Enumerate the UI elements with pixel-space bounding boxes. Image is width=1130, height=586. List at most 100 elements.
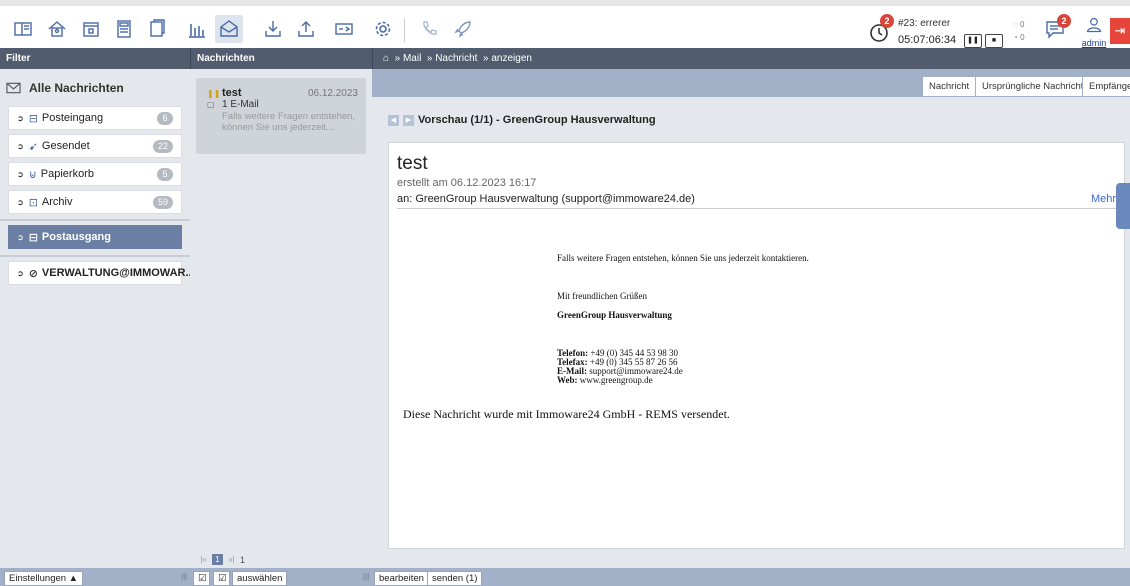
expand-icon[interactable]: ➲ [17, 170, 24, 179]
folder-separator [0, 255, 190, 257]
all-messages-label: Alle Nachrichten [29, 81, 124, 95]
resize-grip-icon[interactable]: ||| [181, 572, 187, 581]
dashboard-icon[interactable] [12, 18, 34, 40]
folder-separator [0, 219, 190, 221]
folder-count: 59 [152, 196, 173, 209]
tab-nachricht[interactable]: Nachricht [922, 76, 977, 97]
rocket-icon[interactable] [452, 18, 474, 40]
message-tabs: Nachricht Ursprüngliche Nachricht Empfän… [372, 69, 1130, 97]
home-crumb-icon[interactable]: ⌂ [383, 53, 389, 64]
pager-current[interactable]: 1 [212, 554, 223, 565]
account-label: VERWALTUNG@IMMOWAR... [41, 267, 195, 279]
mail-subject: test [397, 153, 428, 174]
inbox-icon: ⊟ [28, 112, 38, 125]
folder-gesendet[interactable]: ➲ ➹ Gesendet 22 [8, 134, 182, 158]
side-panel-tab[interactable] [1116, 183, 1130, 229]
pager-last-icon[interactable]: »| [226, 554, 237, 565]
mail-divider [397, 208, 1122, 209]
pager: |« 1 »| 1 [198, 554, 245, 565]
tab-empfaenger[interactable]: Empfänger [1082, 76, 1130, 97]
counter-b: 0 [1020, 33, 1025, 42]
tab-urspruengliche-nachricht[interactable]: Ursprüngliche Nachricht [975, 76, 1091, 97]
home-icon[interactable] [46, 18, 68, 40]
pager-total: 1 [240, 554, 246, 565]
crumb-mail[interactable]: Mail [403, 53, 421, 64]
web-line: Web: www.greengroup.de [557, 375, 653, 385]
settings-icon[interactable] [372, 18, 394, 40]
comment-counter[interactable]: ◌ 0 [1013, 20, 1025, 33]
breadcrumb: ⌂ » Mail » Nachricht » anzeigen [372, 48, 1130, 69]
mail-recipient: an: GreenGroup Hausverwaltung (support@i… [397, 193, 695, 205]
message-subject: test [222, 87, 242, 99]
folder-count: 5 [157, 168, 173, 181]
folder-label: Posteingang [41, 112, 104, 124]
toolbar-separator [404, 18, 405, 42]
message-date: 06.12.2023 [307, 88, 358, 99]
user-label[interactable]: admin [1081, 38, 1107, 48]
folder-postausgang[interactable]: ➲ ⊟ Postausgang [8, 225, 182, 249]
message-view-panel: Nachricht Ursprüngliche Nachricht Empfän… [372, 69, 1130, 568]
preview-title: Vorschau (1/1) - GreenGroup Hausverwaltu… [418, 114, 656, 126]
edit-button[interactable]: bearbeiten [374, 571, 429, 586]
card-icon[interactable] [333, 18, 355, 40]
notes-badge: 2 [1057, 14, 1071, 28]
ticket-timer: 2 #23: errerer 05:07:06:34 ❚❚ ■ ◌ 0 ◔ 0 [868, 14, 1038, 48]
send-button[interactable]: senden (1) [427, 571, 483, 586]
user-counter[interactable]: ◔ 0 [1013, 33, 1025, 46]
ticket-label[interactable]: #23: errerer [898, 18, 950, 29]
mini-counters: ◌ 0 ◔ 0 [1013, 20, 1025, 46]
expand-icon[interactable]: ➲ [17, 198, 24, 207]
mail-preview: test erstellt am 06.12.2023 16:17 an: Gr… [388, 142, 1125, 549]
flag-icon[interactable]: ❚❚ [207, 89, 220, 98]
edit-all-icon[interactable]: ☑ [213, 571, 230, 586]
edit-checkbox-icon[interactable]: ☑ [193, 571, 210, 586]
sent-icon: ➹ [28, 140, 38, 153]
pager-first-icon[interactable]: |« [198, 554, 209, 565]
user-menu[interactable]: admin [1081, 16, 1107, 48]
calendar-icon[interactable] [80, 18, 102, 40]
resize-grip-icon[interactable]: ||| [363, 572, 369, 581]
crumb-message[interactable]: Nachricht [435, 53, 477, 64]
all-messages[interactable]: Alle Nachrichten [6, 77, 184, 99]
folder-papierkorb[interactable]: ➲ ⊌ Papierkorb 5 [8, 162, 182, 186]
message-list-item[interactable]: ❚❚ test 06.12.2023 ▢ 1 E-Mail Falls weit… [196, 78, 366, 154]
folder-archiv[interactable]: ➲ ⊡ Archiv 59 [8, 190, 182, 214]
folder-count: 6 [157, 112, 173, 125]
phone-icon[interactable] [418, 18, 440, 40]
documents-icon[interactable] [146, 18, 168, 40]
mail-icon[interactable] [215, 15, 243, 43]
filter-panel: Alle Nachrichten ➲ ⊟ Posteingang 6 ➲ ➹ G… [0, 69, 195, 568]
main-toolbar: 2 #23: errerer 05:07:06:34 ❚❚ ■ ◌ 0 ◔ 0 … [0, 0, 1130, 48]
more-link[interactable]: Mehr [1091, 193, 1116, 205]
chart-icon[interactable] [186, 18, 208, 40]
mailbox-icon: ▢ [207, 100, 215, 109]
select-button[interactable]: auswählen [232, 571, 288, 586]
calculator-icon[interactable] [113, 18, 135, 40]
web-label: Web: [557, 375, 578, 385]
settings-button[interactable]: Einstellungen ▲ [4, 571, 84, 586]
archive-icon: ⊡ [28, 196, 38, 209]
counter-a: 0 [1019, 20, 1025, 29]
ticket-badge: 2 [880, 14, 894, 28]
download-icon[interactable] [262, 18, 284, 40]
account-folder[interactable]: ➲ ⊘ VERWALTUNG@IMMOWAR... [8, 261, 195, 285]
previous-icon[interactable]: ◀ [388, 114, 399, 126]
envelope-icon [6, 82, 21, 94]
user-icon [1086, 17, 1102, 33]
folder-label: Gesendet [41, 140, 90, 152]
expand-icon[interactable]: ➲ [17, 269, 24, 278]
mail-created: erstellt am 06.12.2023 16:17 [397, 177, 537, 189]
ticket-time: 05:07:06:34 [898, 34, 957, 46]
expand-icon[interactable]: ➲ [17, 233, 24, 242]
upload-icon[interactable] [295, 18, 317, 40]
stop-button[interactable]: ■ [985, 34, 1003, 48]
folder-posteingang[interactable]: ➲ ⊟ Posteingang 6 [8, 106, 182, 130]
preview-header: ◀ ▶ Vorschau (1/1) - GreenGroup Hausverw… [388, 114, 656, 126]
message-list-panel: ❚❚ test 06.12.2023 ▢ 1 E-Mail Falls weit… [190, 69, 372, 568]
next-icon[interactable]: ▶ [403, 114, 414, 126]
logout-button[interactable]: ⇥ [1110, 18, 1130, 44]
bottom-bar: Einstellungen ▲ ||| ☑ ☑ auswählen ||| be… [0, 568, 1130, 586]
expand-icon[interactable]: ➲ [17, 142, 24, 151]
expand-icon[interactable]: ➲ [17, 114, 24, 123]
pause-button[interactable]: ❚❚ [964, 34, 982, 48]
